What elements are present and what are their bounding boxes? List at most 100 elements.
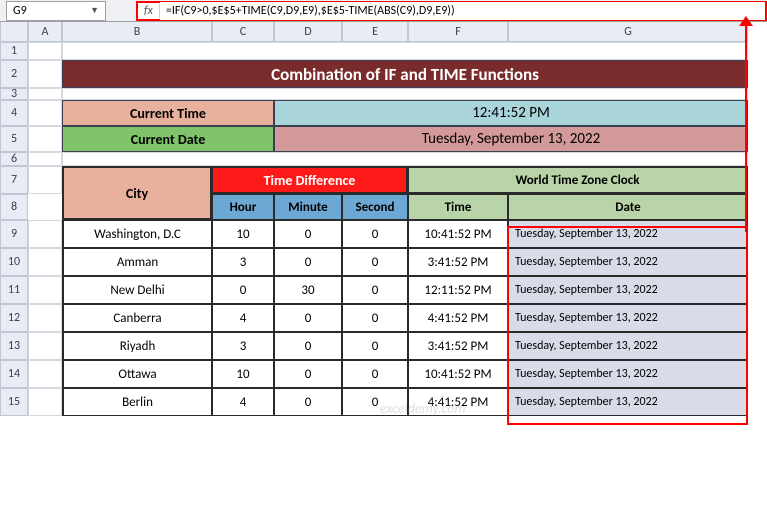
city-header[interactable]: City <box>62 166 212 220</box>
row-header[interactable]: 1 <box>0 42 28 60</box>
cell[interactable] <box>28 388 62 416</box>
world-clock-header[interactable]: World Time Zone Clock <box>408 166 748 194</box>
data-cell-date[interactable]: Tuesday, September 13, 2022 <box>508 388 748 416</box>
data-cell-hour[interactable]: 3 <box>212 248 274 276</box>
time-header[interactable]: Time <box>408 194 508 220</box>
data-cell-minute[interactable]: 0 <box>274 332 342 360</box>
data-cell-time[interactable]: 12:11:52 PM <box>408 276 508 304</box>
data-cell-date[interactable]: Tuesday, September 13, 2022 <box>508 360 748 388</box>
data-cell-city[interactable]: Washington, D.C <box>62 220 212 248</box>
cell[interactable] <box>28 332 62 360</box>
current-date-label[interactable]: Current Date <box>62 126 274 152</box>
data-cell-city[interactable]: New Delhi <box>62 276 212 304</box>
data-cell-city[interactable]: Ottawa <box>62 360 212 388</box>
second-header[interactable]: Second <box>342 194 408 220</box>
col-header[interactable]: D <box>274 22 342 42</box>
cell[interactable] <box>28 152 62 166</box>
data-cell-second[interactable]: 0 <box>342 220 408 248</box>
data-cell-hour[interactable]: 4 <box>212 388 274 416</box>
row-header[interactable]: 11 <box>0 276 28 304</box>
time-diff-header[interactable]: Time Difference <box>212 166 408 194</box>
cell[interactable] <box>28 304 62 332</box>
data-cell-date[interactable]: Tuesday, September 13, 2022 <box>508 220 748 248</box>
col-header[interactable]: F <box>408 22 508 42</box>
col-header[interactable]: G <box>508 22 748 42</box>
row-header[interactable]: 7 <box>0 166 28 194</box>
fx-icon[interactable]: fx <box>138 4 160 18</box>
data-cell-date[interactable]: Tuesday, September 13, 2022 <box>508 276 748 304</box>
select-all-corner[interactable] <box>0 22 28 42</box>
data-cell-time[interactable]: 10:41:52 PM <box>408 220 508 248</box>
minute-header[interactable]: Minute <box>274 194 342 220</box>
cell[interactable] <box>28 248 62 276</box>
cell[interactable] <box>28 42 62 60</box>
cell[interactable] <box>62 88 748 100</box>
col-header[interactable]: C <box>212 22 274 42</box>
row-header[interactable]: 3 <box>0 88 28 100</box>
row-header[interactable]: 4 <box>0 100 28 126</box>
cell[interactable] <box>28 220 62 248</box>
data-cell-date[interactable]: Tuesday, September 13, 2022 <box>508 248 748 276</box>
row-header[interactable]: 13 <box>0 332 28 360</box>
data-cell-minute[interactable]: 0 <box>274 304 342 332</box>
row-header[interactable]: 8 <box>0 194 28 220</box>
row-header[interactable]: 9 <box>0 220 28 248</box>
data-cell-minute[interactable]: 0 <box>274 360 342 388</box>
col-header[interactable]: E <box>342 22 408 42</box>
data-cell-hour[interactable]: 10 <box>212 220 274 248</box>
title-cell[interactable]: Combination of IF and TIME Functions <box>62 60 748 88</box>
row-header[interactable]: 14 <box>0 360 28 388</box>
data-cell-city[interactable]: Riyadh <box>62 332 212 360</box>
date-header[interactable]: Date <box>508 194 748 220</box>
formula-bar[interactable]: fx =IF(C9>0,$E$5+TIME(C9,D9,E9),$E$5-TIM… <box>136 1 767 21</box>
data-cell-second[interactable]: 0 <box>342 276 408 304</box>
row-header[interactable]: 10 <box>0 248 28 276</box>
data-cell-city[interactable]: Amman <box>62 248 212 276</box>
cell[interactable] <box>62 152 748 166</box>
row-header[interactable]: 5 <box>0 126 28 152</box>
data-cell-second[interactable]: 0 <box>342 360 408 388</box>
name-box[interactable]: G9 ▼ <box>6 1 106 21</box>
data-cell-date[interactable]: Tuesday, September 13, 2022 <box>508 332 748 360</box>
data-cell-minute[interactable]: 0 <box>274 248 342 276</box>
data-cell-minute[interactable]: 0 <box>274 388 342 416</box>
data-cell-second[interactable]: 0 <box>342 332 408 360</box>
cell[interactable] <box>28 126 62 152</box>
cell[interactable] <box>28 360 62 388</box>
data-cell-time[interactable]: 4:41:52 PM <box>408 388 508 416</box>
cell[interactable] <box>28 60 62 88</box>
data-cell-second[interactable]: 0 <box>342 248 408 276</box>
data-cell-time[interactable]: 4:41:52 PM <box>408 304 508 332</box>
data-cell-hour[interactable]: 10 <box>212 360 274 388</box>
data-cell-minute[interactable]: 30 <box>274 276 342 304</box>
data-cell-time[interactable]: 10:41:52 PM <box>408 360 508 388</box>
data-cell-second[interactable]: 0 <box>342 388 408 416</box>
cell[interactable] <box>62 42 748 60</box>
hour-header[interactable]: Hour <box>212 194 274 220</box>
data-cell-city[interactable]: Canberra <box>62 304 212 332</box>
row-header[interactable]: 12 <box>0 304 28 332</box>
current-date-value[interactable]: Tuesday, September 13, 2022 <box>274 126 748 152</box>
data-cell-minute[interactable]: 0 <box>274 220 342 248</box>
cell[interactable] <box>28 88 62 100</box>
data-cell-time[interactable]: 3:41:52 PM <box>408 248 508 276</box>
data-cell-hour[interactable]: 4 <box>212 304 274 332</box>
data-cell-date[interactable]: Tuesday, September 13, 2022 <box>508 304 748 332</box>
data-cell-city[interactable]: Berlin <box>62 388 212 416</box>
formula-input[interactable]: =IF(C9>0,$E$5+TIME(C9,D9,E9),$E$5-TIME(A… <box>160 2 765 20</box>
row-header[interactable]: 6 <box>0 152 28 166</box>
cell[interactable] <box>28 100 62 126</box>
cell[interactable] <box>28 166 62 194</box>
dropdown-icon[interactable]: ▼ <box>90 5 99 16</box>
data-cell-hour[interactable]: 0 <box>212 276 274 304</box>
row-header[interactable]: 15 <box>0 388 28 416</box>
current-time-label[interactable]: Current Time <box>62 100 274 126</box>
data-cell-hour[interactable]: 3 <box>212 332 274 360</box>
data-cell-second[interactable]: 0 <box>342 304 408 332</box>
col-header[interactable]: A <box>28 22 62 42</box>
current-time-value[interactable]: 12:41:52 PM <box>274 100 748 126</box>
col-header[interactable]: B <box>62 22 212 42</box>
data-cell-time[interactable]: 3:41:52 PM <box>408 332 508 360</box>
row-header[interactable]: 2 <box>0 60 28 88</box>
cell[interactable] <box>28 276 62 304</box>
